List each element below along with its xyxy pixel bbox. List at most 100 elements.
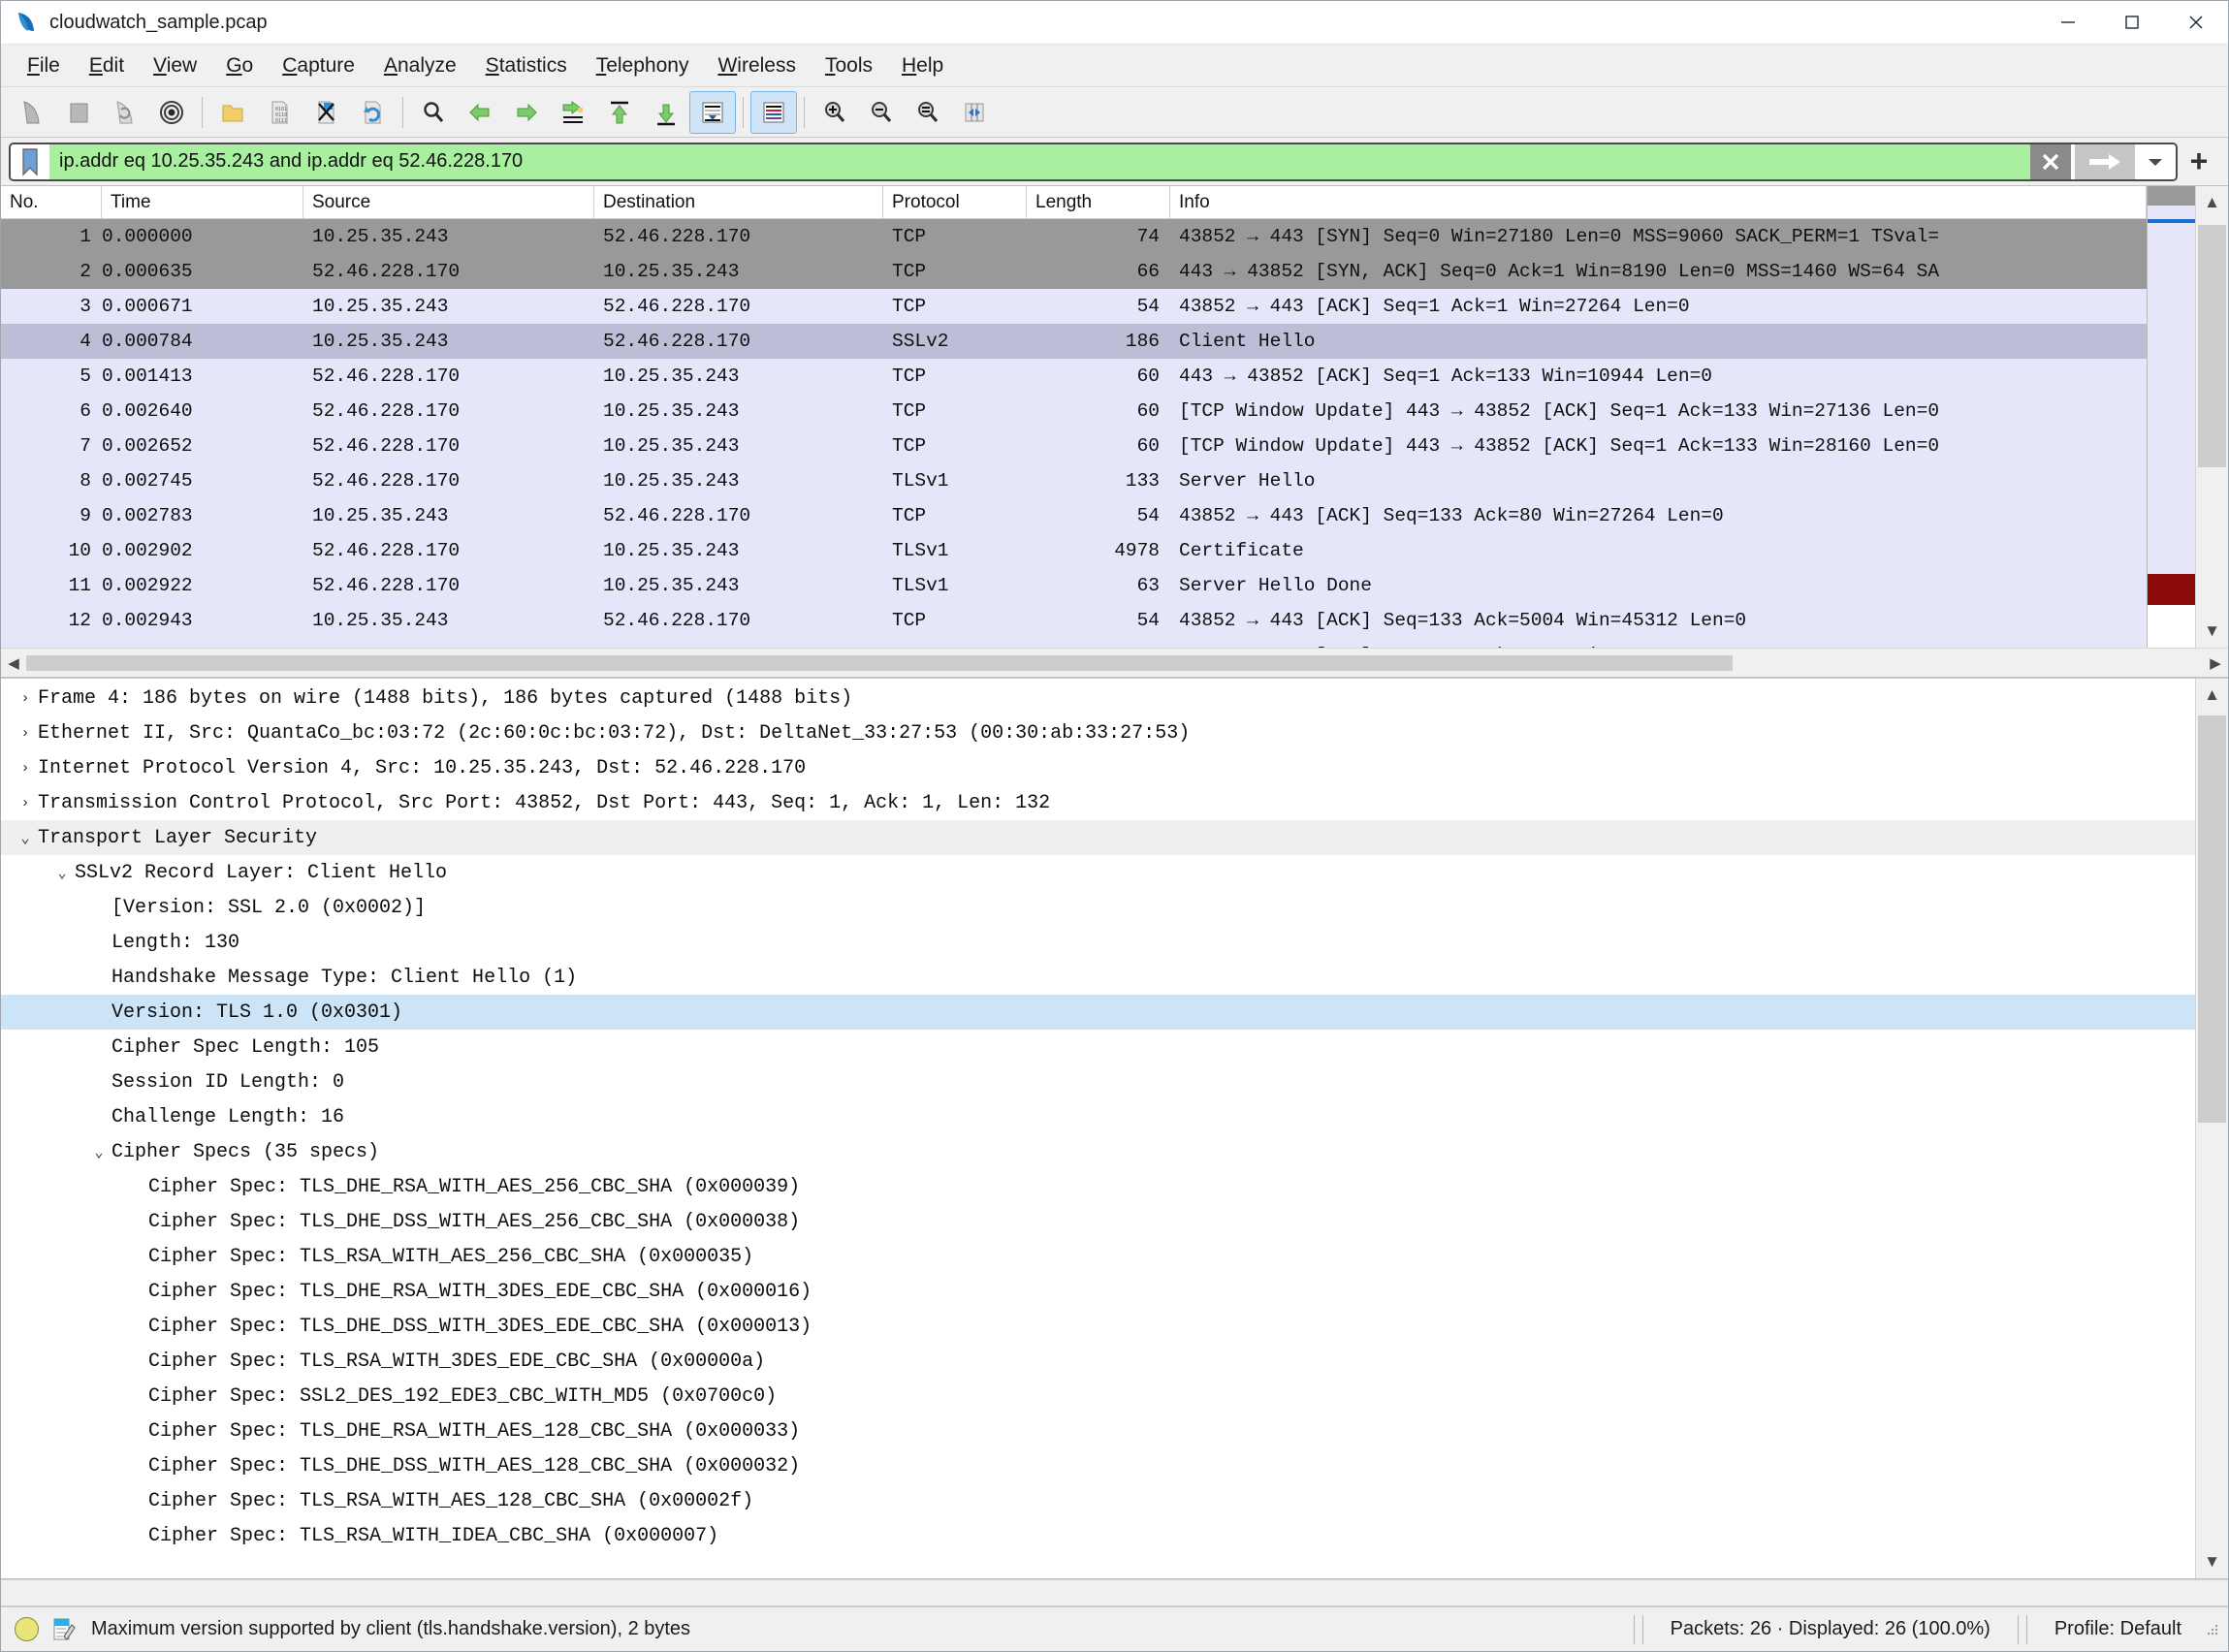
menu-item-file[interactable]: File bbox=[13, 50, 75, 81]
menu-item-telephony[interactable]: Telephony bbox=[582, 50, 704, 81]
minimize-button[interactable] bbox=[2036, 1, 2100, 45]
stop-capture-button[interactable] bbox=[55, 91, 102, 134]
detail-tree-row[interactable]: Cipher Spec: TLS_RSA_WITH_3DES_EDE_CBC_S… bbox=[1, 1344, 2195, 1379]
chevron-right-icon[interactable]: › bbox=[13, 760, 38, 777]
detail-tree-row[interactable]: › Frame 4: 186 bytes on wire (1488 bits),… bbox=[1, 681, 2195, 715]
add-filter-button[interactable]: + bbox=[2178, 143, 2220, 181]
menu-item-view[interactable]: View bbox=[139, 50, 211, 81]
filter-history-dropdown[interactable] bbox=[2135, 143, 2176, 179]
packet-row[interactable]: 4 0.000784 10.25.35.243 52.46.228.170 SSLv2 1… bbox=[1, 324, 2147, 359]
save-file-button[interactable]: 0101 0110 0111 bbox=[256, 91, 303, 134]
expert-info-indicator-icon[interactable] bbox=[15, 1617, 39, 1641]
packet-detail-hscrollbar[interactable] bbox=[1, 1579, 2228, 1606]
close-button[interactable] bbox=[2164, 1, 2228, 45]
menu-item-statistics[interactable]: Statistics bbox=[471, 50, 582, 81]
packet-row[interactable]: 8 0.002745 52.46.228.170 10.25.35.243 TLSv1 1… bbox=[1, 463, 2147, 498]
detail-tree-row[interactable]: Cipher Spec: TLS_DHE_RSA_WITH_3DES_EDE_C… bbox=[1, 1274, 2195, 1309]
column-header-source[interactable]: Source bbox=[303, 186, 594, 219]
capture-options-button[interactable] bbox=[148, 91, 195, 134]
packet-row[interactable]: 12 0.002943 10.25.35.243 52.46.228.170 TCP 54… bbox=[1, 603, 2147, 638]
chevron-right-icon[interactable]: › bbox=[13, 795, 38, 811]
detail-tree-row[interactable]: Challenge Length: 16 bbox=[1, 1099, 2195, 1134]
apply-filter-button[interactable] bbox=[2075, 143, 2135, 179]
restart-capture-button[interactable] bbox=[102, 91, 148, 134]
packet-list-hscrollbar[interactable]: ◀ ▶ bbox=[1, 648, 2228, 677]
hscroll-track[interactable] bbox=[26, 654, 2203, 671]
close-file-button[interactable] bbox=[303, 91, 349, 134]
menu-item-edit[interactable]: Edit bbox=[75, 50, 139, 81]
detail-tree-row[interactable]: [Version: SSL 2.0 (0x0002)] bbox=[1, 890, 2195, 925]
resize-grip-icon[interactable] bbox=[2205, 1622, 2220, 1637]
scroll-down-arrow-icon[interactable]: ▼ bbox=[2196, 1545, 2228, 1578]
detail-tree-row[interactable]: Cipher Spec: TLS_RSA_WITH_AES_128_CBC_SH… bbox=[1, 1483, 2195, 1518]
vscroll-thumb[interactable] bbox=[2198, 225, 2226, 467]
go-back-button[interactable] bbox=[457, 91, 503, 134]
detail-tree-row[interactable]: Handshake Message Type: Client Hello (1) bbox=[1, 960, 2195, 995]
colorize-button[interactable] bbox=[750, 90, 797, 134]
column-header-protocol[interactable]: Protocol bbox=[883, 186, 1027, 219]
find-packet-button[interactable] bbox=[410, 91, 457, 134]
menu-item-capture[interactable]: Capture bbox=[268, 50, 369, 81]
detail-tree-row[interactable]: ⌄ Cipher Specs (35 specs) bbox=[1, 1134, 2195, 1169]
menu-item-tools[interactable]: Tools bbox=[811, 50, 887, 81]
chevron-down-icon[interactable]: ⌄ bbox=[49, 864, 75, 882]
detail-tree-row[interactable]: Version: TLS 1.0 (0x0301) bbox=[1, 995, 2195, 1030]
zoom-out-button[interactable] bbox=[858, 91, 905, 134]
chevron-right-icon[interactable]: › bbox=[13, 725, 38, 742]
packet-row[interactable]: 5 0.001413 52.46.228.170 10.25.35.243 TCP 60 4… bbox=[1, 359, 2147, 394]
column-header-destination[interactable]: Destination bbox=[594, 186, 883, 219]
menu-item-analyze[interactable]: Analyze bbox=[369, 50, 471, 81]
menu-item-wireless[interactable]: Wireless bbox=[703, 50, 811, 81]
detail-tree-row[interactable]: Cipher Spec: TLS_RSA_WITH_IDEA_CBC_SHA (… bbox=[1, 1518, 2195, 1553]
zoom-reset-button[interactable] bbox=[905, 91, 951, 134]
detail-vscroll-thumb[interactable] bbox=[2198, 715, 2226, 1123]
scroll-down-arrow-icon[interactable]: ▼ bbox=[2196, 615, 2228, 648]
go-to-packet-button[interactable] bbox=[550, 91, 596, 134]
packet-row[interactable]: 2 0.000635 52.46.228.170 10.25.35.243 TCP 66 4… bbox=[1, 254, 2147, 289]
detail-tree-row[interactable]: › Transmission Control Protocol, Src Port… bbox=[1, 785, 2195, 820]
column-header-time[interactable]: Time bbox=[102, 186, 303, 219]
display-filter-input[interactable] bbox=[49, 143, 2030, 179]
reload-file-button[interactable] bbox=[349, 91, 396, 134]
packet-detail-vscrollbar[interactable]: ▲ ▼ bbox=[2195, 679, 2228, 1578]
scroll-up-arrow-icon[interactable]: ▲ bbox=[2196, 679, 2228, 712]
packet-row[interactable]: 3 0.000671 10.25.35.243 52.46.228.170 TCP 54 4… bbox=[1, 289, 2147, 324]
go-forward-button[interactable] bbox=[503, 91, 550, 134]
column-header-length[interactable]: Length bbox=[1027, 186, 1170, 219]
detail-tree-row[interactable]: Length: 130 bbox=[1, 925, 2195, 960]
detail-tree-row[interactable]: Cipher Spec: TLS_DHE_RSA_WITH_AES_256_CB… bbox=[1, 1169, 2195, 1204]
zoom-in-button[interactable] bbox=[812, 91, 858, 134]
detail-tree-row[interactable]: ⌄ SSLv2 Record Layer: Client Hello bbox=[1, 855, 2195, 890]
column-header-no[interactable]: No. bbox=[1, 186, 102, 219]
detail-tree-row[interactable]: Cipher Spec: TLS_DHE_DSS_WITH_AES_128_CB… bbox=[1, 1448, 2195, 1483]
maximize-button[interactable] bbox=[2100, 1, 2164, 45]
chevron-down-icon[interactable]: ⌄ bbox=[86, 1143, 111, 1161]
packet-row[interactable]: 6 0.002640 52.46.228.170 10.25.35.243 TCP 60 [… bbox=[1, 394, 2147, 429]
detail-tree-row[interactable]: › Internet Protocol Version 4, Src: 10.25… bbox=[1, 750, 2195, 785]
capture-comment-icon[interactable] bbox=[50, 1617, 76, 1642]
detail-vscroll-track[interactable] bbox=[2196, 712, 2228, 1545]
packet-row[interactable]: 7 0.002652 52.46.228.170 10.25.35.243 TCP 60 [… bbox=[1, 429, 2147, 463]
scroll-up-arrow-icon[interactable]: ▲ bbox=[2196, 186, 2228, 219]
packet-row[interactable]: 11 0.002922 52.46.228.170 10.25.35.243 TLSv1… bbox=[1, 568, 2147, 603]
scroll-left-arrow-icon[interactable]: ◀ bbox=[1, 654, 26, 672]
resize-columns-button[interactable] bbox=[951, 91, 998, 134]
detail-tree-row[interactable]: Cipher Spec Length: 105 bbox=[1, 1030, 2195, 1064]
packet-row[interactable]: 1 0.000000 10.25.35.243 52.46.228.170 TCP 74 4… bbox=[1, 219, 2147, 254]
hscroll-thumb[interactable] bbox=[26, 654, 1733, 671]
clear-filter-button[interactable] bbox=[2030, 143, 2071, 179]
packet-row[interactable]: 10 0.002902 52.46.228.170 10.25.35.243 TLSv1… bbox=[1, 533, 2147, 568]
detail-tree-row[interactable]: Cipher Spec: TLS_DHE_DSS_WITH_AES_256_CB… bbox=[1, 1204, 2195, 1239]
go-last-packet-button[interactable] bbox=[643, 91, 689, 134]
menu-item-go[interactable]: Go bbox=[211, 50, 268, 81]
detail-tree-row[interactable]: Cipher Spec: TLS_DHE_RSA_WITH_AES_128_CB… bbox=[1, 1414, 2195, 1448]
vscroll-track[interactable] bbox=[2196, 219, 2228, 615]
scroll-right-arrow-icon[interactable]: ▶ bbox=[2203, 654, 2228, 672]
detail-tree-row[interactable]: Session ID Length: 0 bbox=[1, 1064, 2195, 1099]
packet-row[interactable]: 9 0.002783 10.25.35.243 52.46.228.170 TCP 54 4… bbox=[1, 498, 2147, 533]
chevron-down-icon[interactable]: ⌄ bbox=[13, 829, 38, 847]
packet-row[interactable]: 130.00295310.25.35.24352.46.228.170TCP54… bbox=[1, 638, 2147, 648]
auto-scroll-button[interactable] bbox=[689, 90, 736, 134]
detail-tree-row[interactable]: Cipher Spec: SSL2_DES_192_EDE3_CBC_WITH_… bbox=[1, 1379, 2195, 1414]
start-capture-button[interactable] bbox=[9, 91, 55, 134]
